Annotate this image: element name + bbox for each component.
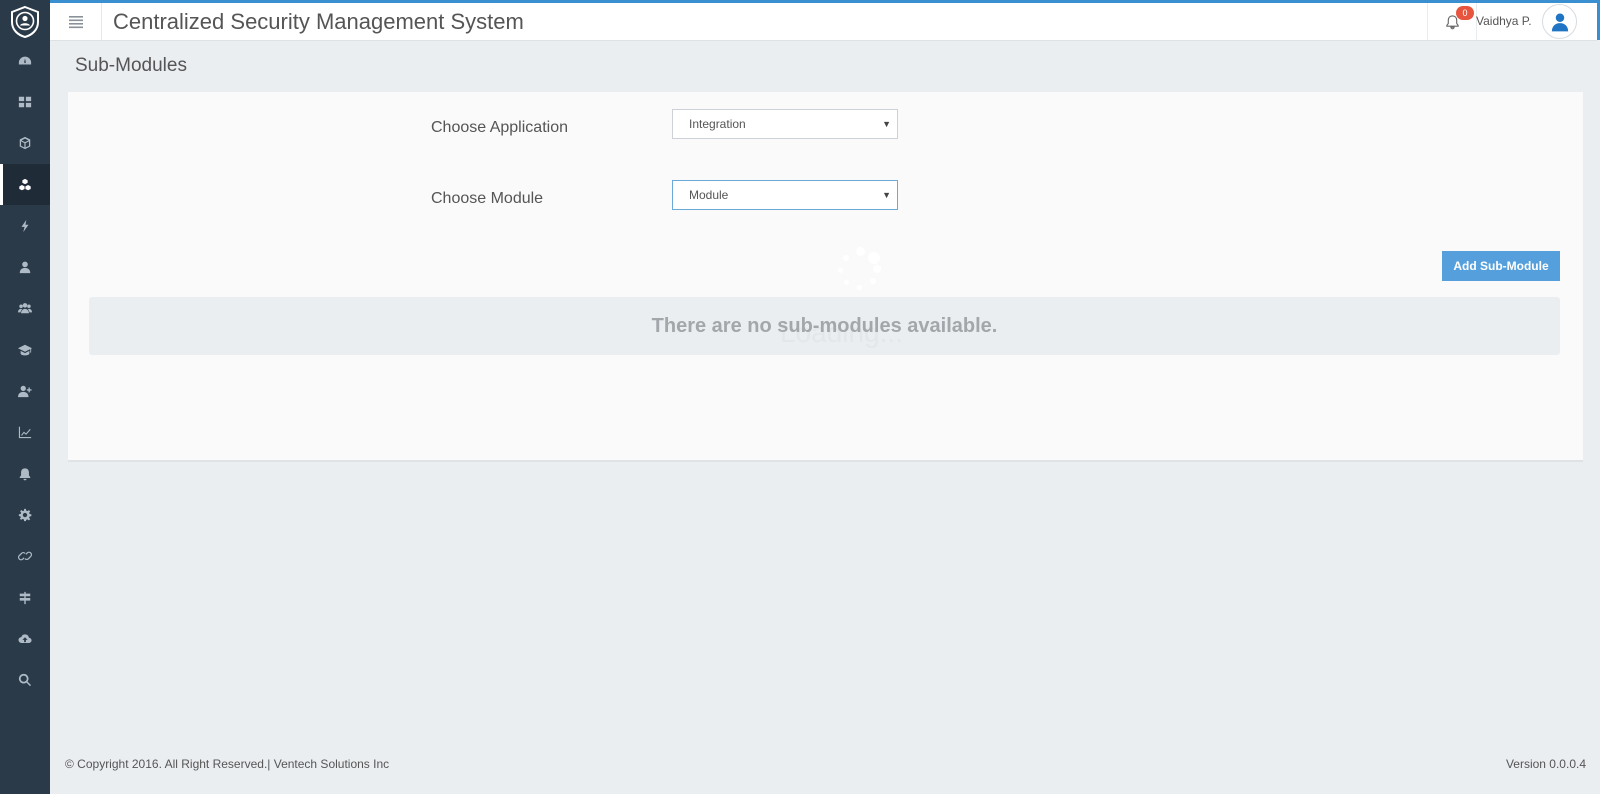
application-select-value: Integration xyxy=(689,117,746,131)
sidebar xyxy=(0,0,50,794)
avatar[interactable] xyxy=(1542,4,1577,39)
user-name[interactable]: Vaidhya P. xyxy=(1476,14,1532,28)
shield-logo-icon[interactable] xyxy=(0,3,50,41)
signpost-icon xyxy=(19,591,31,604)
module-select[interactable]: Module ▼ xyxy=(672,180,898,210)
grid-icon xyxy=(18,96,32,108)
sidebar-item-settings[interactable] xyxy=(0,494,50,535)
sidebar-item-bolt[interactable] xyxy=(0,205,50,246)
sidebar-item-dashboard[interactable] xyxy=(0,40,50,81)
sidebar-item-search[interactable] xyxy=(0,659,50,700)
gear-icon xyxy=(18,508,32,522)
graduation-cap-icon xyxy=(18,344,32,356)
sidebar-nav xyxy=(0,40,50,701)
footer-version: Version 0.0.0.4 xyxy=(1505,757,1586,771)
app-title: Centralized Security Management System xyxy=(113,9,524,34)
cubes-icon xyxy=(19,178,31,190)
add-sub-module-button[interactable]: Add Sub-Module xyxy=(1442,251,1560,281)
bolt-icon xyxy=(21,219,29,232)
sidebar-item-notifications[interactable] xyxy=(0,453,50,494)
top-header: Centralized Security Management System 0… xyxy=(50,3,1597,41)
link-icon xyxy=(18,551,32,561)
caret-down-icon: ▼ xyxy=(882,119,891,129)
cloud-upload-icon xyxy=(18,634,32,643)
sidebar-item-training[interactable] xyxy=(0,329,50,370)
loading-spinner-icon xyxy=(830,247,890,307)
line-chart-icon xyxy=(18,427,32,439)
sidebar-item-user[interactable] xyxy=(0,246,50,287)
page-title: Sub-Modules xyxy=(75,55,187,76)
dashboard-icon xyxy=(18,56,32,65)
users-icon xyxy=(18,303,32,314)
sidebar-item-directions[interactable] xyxy=(0,577,50,618)
user-avatar-icon xyxy=(1551,13,1568,31)
notifications-button[interactable]: 0 xyxy=(1427,3,1477,40)
sidebar-item-users[interactable] xyxy=(0,288,50,329)
empty-state-text: There are no sub-modules available. xyxy=(651,314,998,337)
cube-icon xyxy=(19,137,31,150)
menu-toggle-button[interactable] xyxy=(50,3,102,40)
caret-down-icon: ▼ xyxy=(882,190,891,200)
sidebar-item-upload[interactable] xyxy=(0,618,50,659)
notification-count-badge: 0 xyxy=(1456,6,1474,20)
sidebar-item-add-user[interactable] xyxy=(0,370,50,411)
sidebar-item-sub-modules[interactable] xyxy=(0,163,50,206)
sub-modules-panel: Choose Application Integration ▼ Choose … xyxy=(68,92,1583,462)
sidebar-item-cube[interactable] xyxy=(0,123,50,164)
search-icon xyxy=(18,673,32,687)
list-menu-icon xyxy=(68,15,83,28)
bell-icon xyxy=(19,467,31,480)
sidebar-item-grid[interactable] xyxy=(0,81,50,122)
sidebar-item-reports[interactable] xyxy=(0,412,50,453)
module-select-value: Module xyxy=(689,188,729,202)
choose-application-label: Choose Application xyxy=(431,119,568,136)
user-plus-icon xyxy=(18,385,32,398)
choose-module-label: Choose Module xyxy=(431,190,544,207)
application-select[interactable]: Integration ▼ xyxy=(672,109,898,139)
footer-copyright: © Copyright 2016. All Right Reserved.| V… xyxy=(65,757,390,771)
user-icon xyxy=(19,261,31,274)
sidebar-item-links[interactable] xyxy=(0,536,50,577)
